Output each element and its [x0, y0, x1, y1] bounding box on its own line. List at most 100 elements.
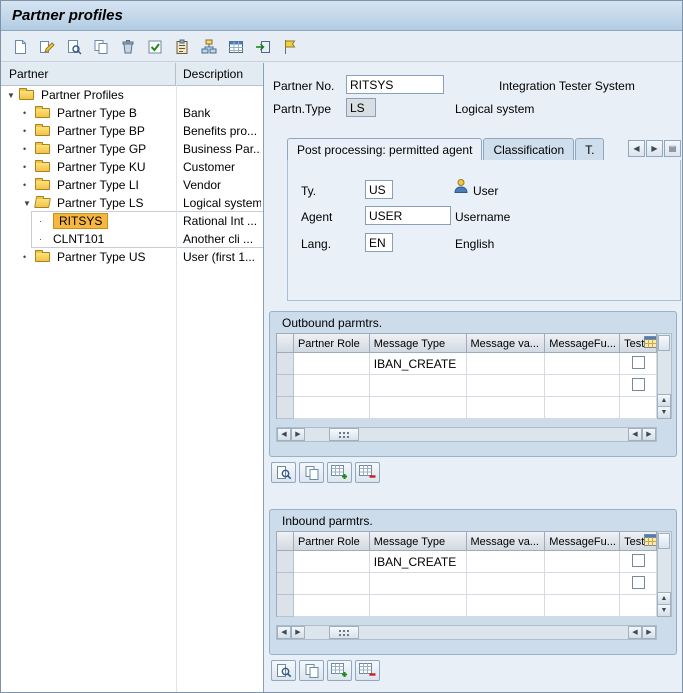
grid-cell[interactable]	[467, 595, 546, 617]
test-checkbox[interactable]	[632, 576, 645, 589]
scroll-right-button[interactable]: ▶	[642, 626, 656, 639]
agent-input[interactable]	[365, 206, 451, 225]
grid-cell[interactable]	[467, 551, 546, 573]
tab-t[interactable]: T.	[575, 138, 604, 161]
scroll-right-button[interactable]: ▶	[642, 428, 656, 441]
tree-item-partner-type-bp[interactable]: •Partner Type BPBenefits pro...	[1, 122, 263, 140]
tree-item-clnt101[interactable]: ·CLNT101Another cli ...	[1, 230, 263, 248]
row-selector[interactable]	[277, 353, 294, 375]
delete-line-button[interactable]	[355, 462, 380, 483]
grid-cell[interactable]: IBAN_CREATE	[370, 551, 467, 573]
table-icon[interactable]	[226, 37, 246, 57]
tab-post-processing-permitted-agent[interactable]: Post processing: permitted agent	[287, 138, 482, 161]
tab-overview-button[interactable]: ▤	[664, 140, 681, 157]
tree-item-partner-type-ls[interactable]: ▼Partner Type LSLogical system	[1, 194, 263, 212]
grid-cell[interactable]	[294, 573, 370, 595]
column-header-message-type[interactable]: Message Type	[370, 531, 467, 551]
row-selector[interactable]	[277, 551, 294, 573]
copy-icon[interactable]	[91, 37, 111, 57]
insert-line-button[interactable]	[327, 660, 352, 681]
grid-cell[interactable]	[370, 595, 467, 617]
grid-cell[interactable]	[467, 573, 546, 595]
delete-icon[interactable]	[118, 37, 138, 57]
detail-button[interactable]	[271, 462, 296, 483]
scroll-left-button[interactable]: ◀	[277, 428, 291, 441]
column-header-test[interactable]: Test	[620, 531, 657, 551]
partner-no-input[interactable]	[346, 75, 444, 94]
insert-line-button[interactable]	[327, 462, 352, 483]
tree-column-description[interactable]: Description	[176, 63, 263, 85]
change-icon[interactable]	[37, 37, 57, 57]
grid-cell[interactable]	[294, 397, 370, 419]
tree-item-partner-type-gp[interactable]: •Partner Type GPBusiness Par...	[1, 140, 263, 158]
grid-cell-test[interactable]	[620, 375, 657, 397]
copy-row-button[interactable]	[299, 660, 324, 681]
agent-type-input[interactable]	[365, 180, 393, 199]
grid-cell-test[interactable]	[620, 551, 657, 573]
grid-cell[interactable]	[545, 353, 620, 375]
partn-type-input[interactable]	[346, 98, 376, 117]
tree-item-partner-type-li[interactable]: •Partner Type LIVendor	[1, 176, 263, 194]
scroll-left-button[interactable]: ◀	[277, 626, 291, 639]
grid-cell[interactable]	[294, 353, 370, 375]
grid-cell[interactable]	[545, 595, 620, 617]
grid-cell-test[interactable]	[620, 595, 657, 617]
row-selector[interactable]	[277, 595, 294, 617]
test-checkbox[interactable]	[632, 356, 645, 369]
grid-cell[interactable]	[467, 375, 546, 397]
messages-icon[interactable]	[280, 37, 300, 57]
grid-cell[interactable]	[467, 397, 546, 419]
row-selector[interactable]	[277, 573, 294, 595]
hierarchy-icon[interactable]	[199, 37, 219, 57]
select-all-corner[interactable]	[277, 333, 294, 353]
row-selector[interactable]	[277, 375, 294, 397]
tree-item-partner-type-us[interactable]: •Partner Type USUser (first 1...	[1, 248, 263, 266]
vertical-scrollbar[interactable]: ▲▼	[657, 333, 672, 419]
scroll-right-button[interactable]: ▶	[291, 626, 305, 639]
grid-cell[interactable]	[370, 397, 467, 419]
scroll-left-button[interactable]: ◀	[628, 626, 642, 639]
column-header-partner-role[interactable]: Partner Role	[294, 531, 370, 551]
horizontal-scrollbar[interactable]: ◀▶◀▶	[276, 427, 657, 442]
grid-cell[interactable]	[294, 551, 370, 573]
copy-row-button[interactable]	[299, 462, 324, 483]
test-checkbox[interactable]	[632, 378, 645, 391]
column-header-message-type[interactable]: Message Type	[370, 333, 467, 353]
table-settings-icon[interactable]	[644, 336, 657, 352]
grid-cell-test[interactable]	[620, 353, 657, 375]
scrollbar-thumb[interactable]	[329, 428, 359, 441]
scroll-left-button[interactable]: ◀	[628, 428, 642, 441]
tree-item-ritsys[interactable]: ·RITSYSRational Int ...	[1, 212, 263, 230]
grid-cell[interactable]	[467, 353, 546, 375]
grid-cell[interactable]	[545, 397, 620, 419]
tree-item-partner-type-b[interactable]: •Partner Type BBank	[1, 104, 263, 122]
horizontal-scrollbar[interactable]: ◀▶◀▶	[276, 625, 657, 640]
column-header-messagefu[interactable]: MessageFu...	[545, 531, 620, 551]
column-header-partner-role[interactable]: Partner Role	[294, 333, 370, 353]
column-header-message-va[interactable]: Message va...	[467, 531, 546, 551]
grid-cell-test[interactable]	[620, 397, 657, 419]
language-input[interactable]	[365, 233, 393, 252]
scroll-down-button[interactable]: ▼	[657, 406, 671, 419]
grid-cell[interactable]: IBAN_CREATE	[370, 353, 467, 375]
select-all-corner[interactable]	[277, 531, 294, 551]
column-header-test[interactable]: Test	[620, 333, 657, 353]
display-icon[interactable]	[64, 37, 84, 57]
tab-scroll-right-button[interactable]: ▶	[646, 140, 663, 157]
tab-scroll-left-button[interactable]: ◀	[628, 140, 645, 157]
table-settings-icon[interactable]	[644, 534, 657, 550]
create-icon[interactable]	[10, 37, 30, 57]
tree-column-partner[interactable]: Partner	[1, 63, 176, 85]
vertical-scrollbar[interactable]: ▲▼	[657, 531, 672, 617]
grid-cell[interactable]	[545, 573, 620, 595]
expander-open-icon[interactable]: ▼	[7, 91, 15, 100]
column-header-messagefu[interactable]: MessageFu...	[545, 333, 620, 353]
grid-cell[interactable]	[294, 595, 370, 617]
expander-open-icon[interactable]: ▼	[23, 199, 31, 208]
tree-item-partner-type-ku[interactable]: •Partner Type KUCustomer	[1, 158, 263, 176]
scroll-right-button[interactable]: ▶	[291, 428, 305, 441]
column-header-message-va[interactable]: Message va...	[467, 333, 546, 353]
scrollbar-thumb[interactable]	[658, 335, 670, 351]
grid-cell[interactable]	[545, 551, 620, 573]
tab-classification[interactable]: Classification	[483, 138, 574, 161]
